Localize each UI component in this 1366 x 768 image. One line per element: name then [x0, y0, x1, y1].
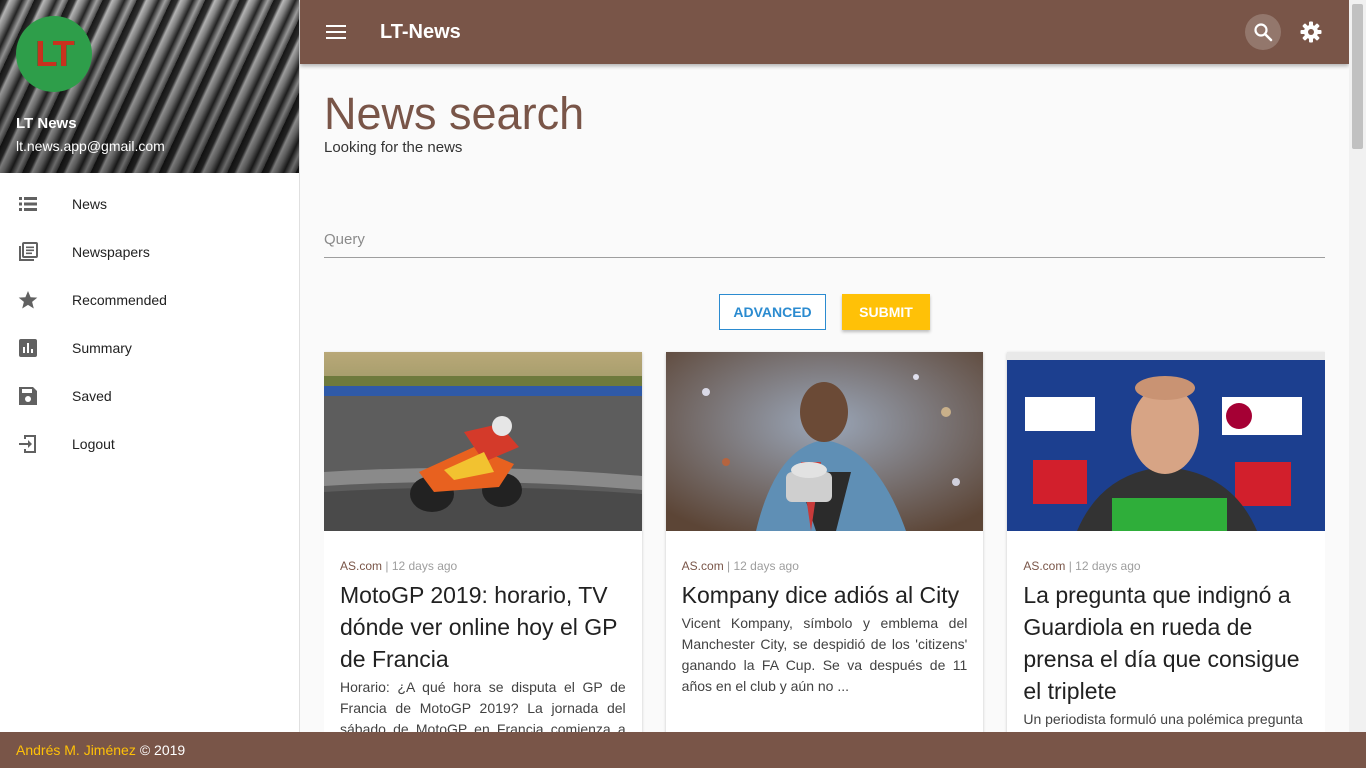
logout-icon	[0, 434, 72, 454]
news-card[interactable]: AS.com | 12 days ago La pregunta que ind…	[1007, 352, 1325, 732]
news-time: 12 days ago	[391, 559, 458, 573]
sidebar-item-summary[interactable]: Summary	[0, 324, 299, 372]
app-logo: LT	[16, 16, 92, 92]
save-icon	[0, 386, 72, 406]
news-card-image[interactable]	[324, 352, 642, 531]
gear-icon	[1300, 21, 1322, 43]
news-card-title[interactable]: MotoGP 2019: horario, TV dónde ver onlin…	[340, 579, 626, 675]
news-card-list: AS.com | 12 days ago MotoGP 2019: horari…	[324, 352, 1325, 732]
news-time: 12 days ago	[733, 559, 799, 573]
sidebar-item-saved[interactable]: Saved	[0, 372, 299, 420]
sidebar-item-label: Newspapers	[72, 244, 150, 260]
meta-separator: |	[385, 559, 389, 573]
logo-text: LT	[35, 33, 74, 74]
meta-separator: |	[727, 559, 731, 573]
advanced-button[interactable]: ADVANCED	[719, 294, 826, 330]
news-card-description: Un periodista formuló una polémica pregu…	[1023, 711, 1303, 727]
sidebar-item-label: News	[72, 196, 108, 212]
sidebar-item-label: Summary	[72, 340, 132, 356]
news-card-meta: AS.com | 12 days ago	[1023, 559, 1309, 573]
sidebar-item-label: Logout	[72, 436, 115, 452]
footer-author-link[interactable]: Andrés M. Jiménez	[16, 742, 136, 758]
submit-button[interactable]: SUBMIT	[842, 294, 930, 330]
settings-button[interactable]	[1293, 14, 1329, 50]
sidebar-item-label: Saved	[72, 388, 112, 404]
newspaper-icon	[0, 242, 72, 262]
page-scrollbar[interactable]	[1349, 0, 1366, 732]
sidebar-item-news[interactable]: News	[0, 180, 299, 228]
news-source-link[interactable]: AS.com	[682, 559, 724, 573]
news-card-meta: AS.com | 12 days ago	[682, 559, 968, 573]
user-name: LT News	[16, 115, 77, 132]
news-source-link[interactable]: AS.com	[1023, 559, 1065, 573]
page-subtitle: Looking for the news	[324, 139, 463, 156]
sidebar-item-recommended[interactable]: Recommended	[0, 276, 299, 324]
top-actions	[1245, 14, 1329, 50]
main-content: News search Looking for the news ADVANCE…	[324, 64, 1325, 732]
meta-separator: |	[1068, 559, 1072, 573]
menu-button[interactable]	[324, 20, 348, 44]
top-app-bar: LT-News	[300, 0, 1349, 64]
news-card[interactable]: AS.com | 12 days ago MotoGP 2019: horari…	[324, 352, 642, 732]
news-card-title[interactable]: Kompany dice adiós al City	[682, 579, 968, 611]
news-time: 12 days ago	[1075, 559, 1141, 573]
sidebar-header: LT LT News lt.news.app@gmail.com	[0, 0, 299, 173]
search-icon	[1254, 23, 1273, 42]
sidebar-nav: News Newspapers Recommended Summary Save…	[0, 180, 299, 468]
app-title: LT-News	[380, 20, 461, 43]
news-card-image[interactable]	[1007, 352, 1325, 531]
sidebar-item-logout[interactable]: Logout	[0, 420, 299, 468]
news-card-description: Horario: ¿A qué hora se disputa el GP de…	[340, 679, 626, 732]
news-card-image[interactable]	[665, 352, 984, 531]
bar-chart-icon	[0, 338, 72, 358]
search-button[interactable]	[1245, 14, 1281, 50]
user-email: lt.news.app@gmail.com	[16, 138, 165, 154]
sidebar-item-newspapers[interactable]: Newspapers	[0, 228, 299, 276]
sidebar-item-label: Recommended	[72, 292, 167, 308]
news-card-description: Vicent Kompany, símbolo y emblema del Ma…	[681, 615, 968, 694]
news-card[interactable]: AS.com | 12 days ago Kompany dice adiós …	[665, 352, 984, 732]
list-icon	[0, 194, 72, 214]
star-icon	[0, 290, 72, 310]
news-card-title[interactable]: La pregunta que indignó a Guardiola en r…	[1023, 579, 1309, 707]
query-input[interactable]	[324, 222, 1325, 258]
footer-copyright: © 2019	[139, 742, 186, 758]
news-card-meta: AS.com | 12 days ago	[340, 559, 626, 573]
sidebar: LT LT News lt.news.app@gmail.com News Ne…	[0, 0, 300, 732]
scrollbar-thumb[interactable]	[1352, 4, 1363, 149]
footer: Andrés M. Jiménez © 2019	[0, 732, 1366, 768]
page-title: News search	[324, 88, 585, 139]
hamburger-icon	[326, 25, 346, 39]
news-source-link[interactable]: AS.com	[340, 559, 382, 573]
